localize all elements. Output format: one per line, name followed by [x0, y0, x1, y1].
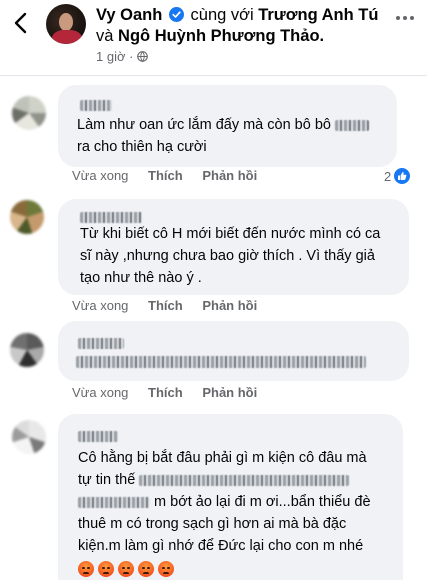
comment-bubble: Từ khi biết cô H mới biết đến nước mình …: [58, 199, 409, 295]
angry-emoji-row: [78, 561, 174, 577]
author-avatar[interactable]: [46, 4, 86, 44]
post-time[interactable]: 1 giờ ·: [96, 49, 133, 64]
post-meta: 1 giờ ·: [96, 48, 148, 66]
comment-time[interactable]: Vừa xong: [72, 168, 128, 183]
globe-icon: [137, 51, 148, 62]
commenter-name-blurred[interactable]: [78, 426, 118, 444]
comment-line: m bớt ảo lại đi m ơi...bẩn thiểu đè: [154, 494, 371, 510]
commenter-avatar[interactable]: [10, 333, 44, 367]
comment-actions: Vừa xong Thích Phản hồi: [72, 167, 273, 185]
with-text: cùng với: [190, 6, 254, 24]
comment-time[interactable]: Vừa xong: [72, 385, 128, 400]
reaction-count[interactable]: 2: [384, 168, 411, 184]
angry-emoji-icon: [98, 561, 114, 577]
author-name[interactable]: Vy Oanh: [96, 6, 162, 24]
comment-text-blurred: [76, 351, 366, 373]
more-icon[interactable]: [391, 4, 419, 32]
angry-emoji-icon: [78, 561, 94, 577]
post-header: Vy Oanh cùng với Trương Anh Tú và Ngô Hu…: [0, 0, 427, 75]
reaction-count-value: 2: [384, 168, 392, 184]
comment-text: Làm như oan ức lắm đấy mà còn bô bô ra c…: [77, 114, 370, 158]
back-arrow-icon[interactable]: [8, 10, 34, 36]
post-title-line-2: và Ngô Huỳnh Phương Thảo.: [96, 25, 324, 47]
commenter-name-blurred[interactable]: [80, 95, 112, 113]
header-divider: [0, 75, 427, 76]
comment-text: Cô hằng bị bắt đâu phải gì m kiện cô đâu…: [78, 447, 371, 557]
like-button[interactable]: Thích: [148, 298, 183, 313]
comment-line: ra cho thiên hạ cười: [77, 139, 207, 155]
comment-time[interactable]: Vừa xong: [72, 298, 128, 313]
commenter-avatar[interactable]: [12, 96, 46, 130]
comment-bubble: Cô hằng bị bắt đâu phải gì m kiện cô đâu…: [58, 414, 403, 580]
comment-line: tự tin thế: [78, 472, 136, 488]
comment-line: thuê m có trong sạch gì hơn ai mà bà đặc: [78, 516, 347, 532]
tagged-user-1[interactable]: Trương Anh Tú: [258, 6, 378, 24]
comment-line: sĩ này ,nhưng chưa bao giờ thích . Vì th…: [80, 248, 375, 264]
reply-button[interactable]: Phản hồi: [202, 168, 257, 183]
like-icon: [394, 168, 411, 184]
reply-button[interactable]: Phản hồi: [202, 385, 257, 400]
comment-text: Từ khi biết cô H mới biết đến nước mình …: [80, 223, 380, 289]
comment-line: tạo như thê nào ý .: [80, 270, 202, 286]
comment-bubble: Làm như oan ức lắm đấy mà còn bô bô ra c…: [58, 85, 397, 167]
commenter-name-blurred[interactable]: [78, 333, 124, 351]
angry-emoji-icon: [118, 561, 134, 577]
verified-icon: [168, 7, 184, 22]
post-title-line: Vy Oanh cùng với Trương Anh Tú: [96, 4, 378, 26]
and-text: và: [96, 27, 114, 45]
commenter-avatar[interactable]: [12, 420, 46, 454]
comment-actions: Vừa xong Thích Phản hồi: [72, 297, 273, 315]
reply-button[interactable]: Phản hồi: [202, 298, 257, 313]
commenter-avatar[interactable]: [10, 200, 44, 234]
tagged-user-2[interactable]: Ngô Huỳnh Phương Thảo.: [118, 27, 324, 45]
comment-bubble: [58, 321, 409, 381]
comment-line: kiện.m làm gì nhớ để Đức lại cho con m n…: [78, 538, 364, 554]
angry-emoji-icon: [158, 561, 174, 577]
comment-line: Cô hằng bị bắt đâu phải gì m kiện cô đâu…: [78, 450, 367, 466]
comment-line: Làm như oan ức lắm đấy mà còn bô bô: [77, 117, 331, 133]
like-button[interactable]: Thích: [148, 168, 183, 183]
angry-emoji-icon: [138, 561, 154, 577]
comment-actions: Vừa xong Thích Phản hồi: [72, 384, 273, 402]
like-button[interactable]: Thích: [148, 385, 183, 400]
comment-line: Từ khi biết cô H mới biết đến nước mình …: [80, 226, 381, 242]
